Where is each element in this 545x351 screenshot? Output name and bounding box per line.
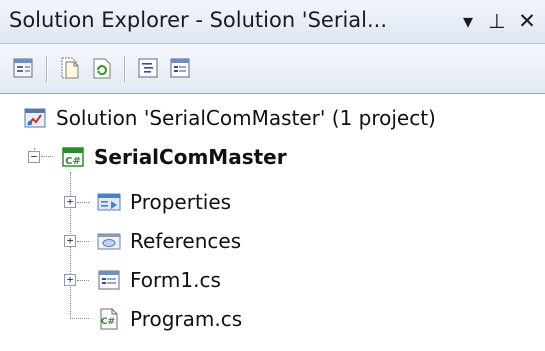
window-position-dropdown-icon[interactable]: ▾ (455, 6, 481, 36)
view-code-icon (138, 58, 158, 78)
toolbar-separator (124, 56, 125, 82)
references-expand-toggle[interactable]: + (64, 235, 76, 247)
tree-item-project[interactable]: C# SerialComMaster (60, 139, 287, 175)
close-icon[interactable]: ✕ (513, 6, 541, 36)
project-collapse-toggle[interactable]: − (28, 151, 40, 163)
csharp-file-icon: C# (96, 306, 122, 332)
refresh-button[interactable] (88, 54, 116, 82)
show-all-files-icon (61, 57, 79, 79)
item-label: Program.cs (130, 307, 243, 331)
svg-text:C#: C# (65, 156, 81, 167)
references-icon (96, 228, 122, 254)
item-label: References (130, 229, 242, 253)
view-designer-icon (170, 58, 190, 78)
toolbar-separator (46, 56, 47, 82)
solution-explorer-toolbar (0, 44, 545, 94)
panel-title: Solution Explorer - Solution 'Serial... (9, 8, 388, 32)
svg-text:C#: C# (101, 317, 115, 327)
properties-window-button[interactable] (10, 54, 38, 82)
item-label: Properties (130, 190, 232, 214)
tree-connector (41, 156, 53, 157)
project-label: SerialComMaster (94, 145, 287, 169)
show-all-files-button[interactable] (56, 54, 84, 82)
auto-hide-pin-icon[interactable]: ⊥ (484, 6, 510, 36)
view-designer-button[interactable] (166, 54, 194, 82)
tree-connector (77, 241, 89, 242)
tree-item-references[interactable]: References (96, 223, 241, 259)
csharp-project-icon: C# (60, 144, 86, 170)
item-label: Form1.cs (130, 268, 221, 292)
tree-item-program[interactable]: C# Program.cs (96, 301, 242, 337)
solution-icon (22, 105, 48, 131)
view-code-button[interactable] (134, 54, 162, 82)
tree-connector (77, 202, 89, 203)
tree-connector (70, 318, 89, 319)
tree-item-properties[interactable]: Properties (96, 184, 231, 220)
tree-connector (77, 280, 89, 281)
tree-item-solution[interactable]: Solution 'SerialComMaster' (1 project) (22, 100, 436, 136)
refresh-icon (93, 58, 111, 79)
solution-label: Solution 'SerialComMaster' (1 project) (56, 106, 436, 130)
tree-item-form1[interactable]: Form1.cs (96, 262, 221, 298)
properties-expand-toggle[interactable]: + (64, 196, 76, 208)
form-icon (96, 267, 122, 293)
solution-tree: Solution 'SerialComMaster' (1 project) −… (0, 94, 545, 351)
properties-window-icon (13, 58, 33, 78)
solution-explorer-titlebar: Solution Explorer - Solution 'Serial... … (0, 0, 545, 44)
properties-folder-icon (96, 189, 122, 215)
form1-expand-toggle[interactable]: + (64, 274, 76, 286)
